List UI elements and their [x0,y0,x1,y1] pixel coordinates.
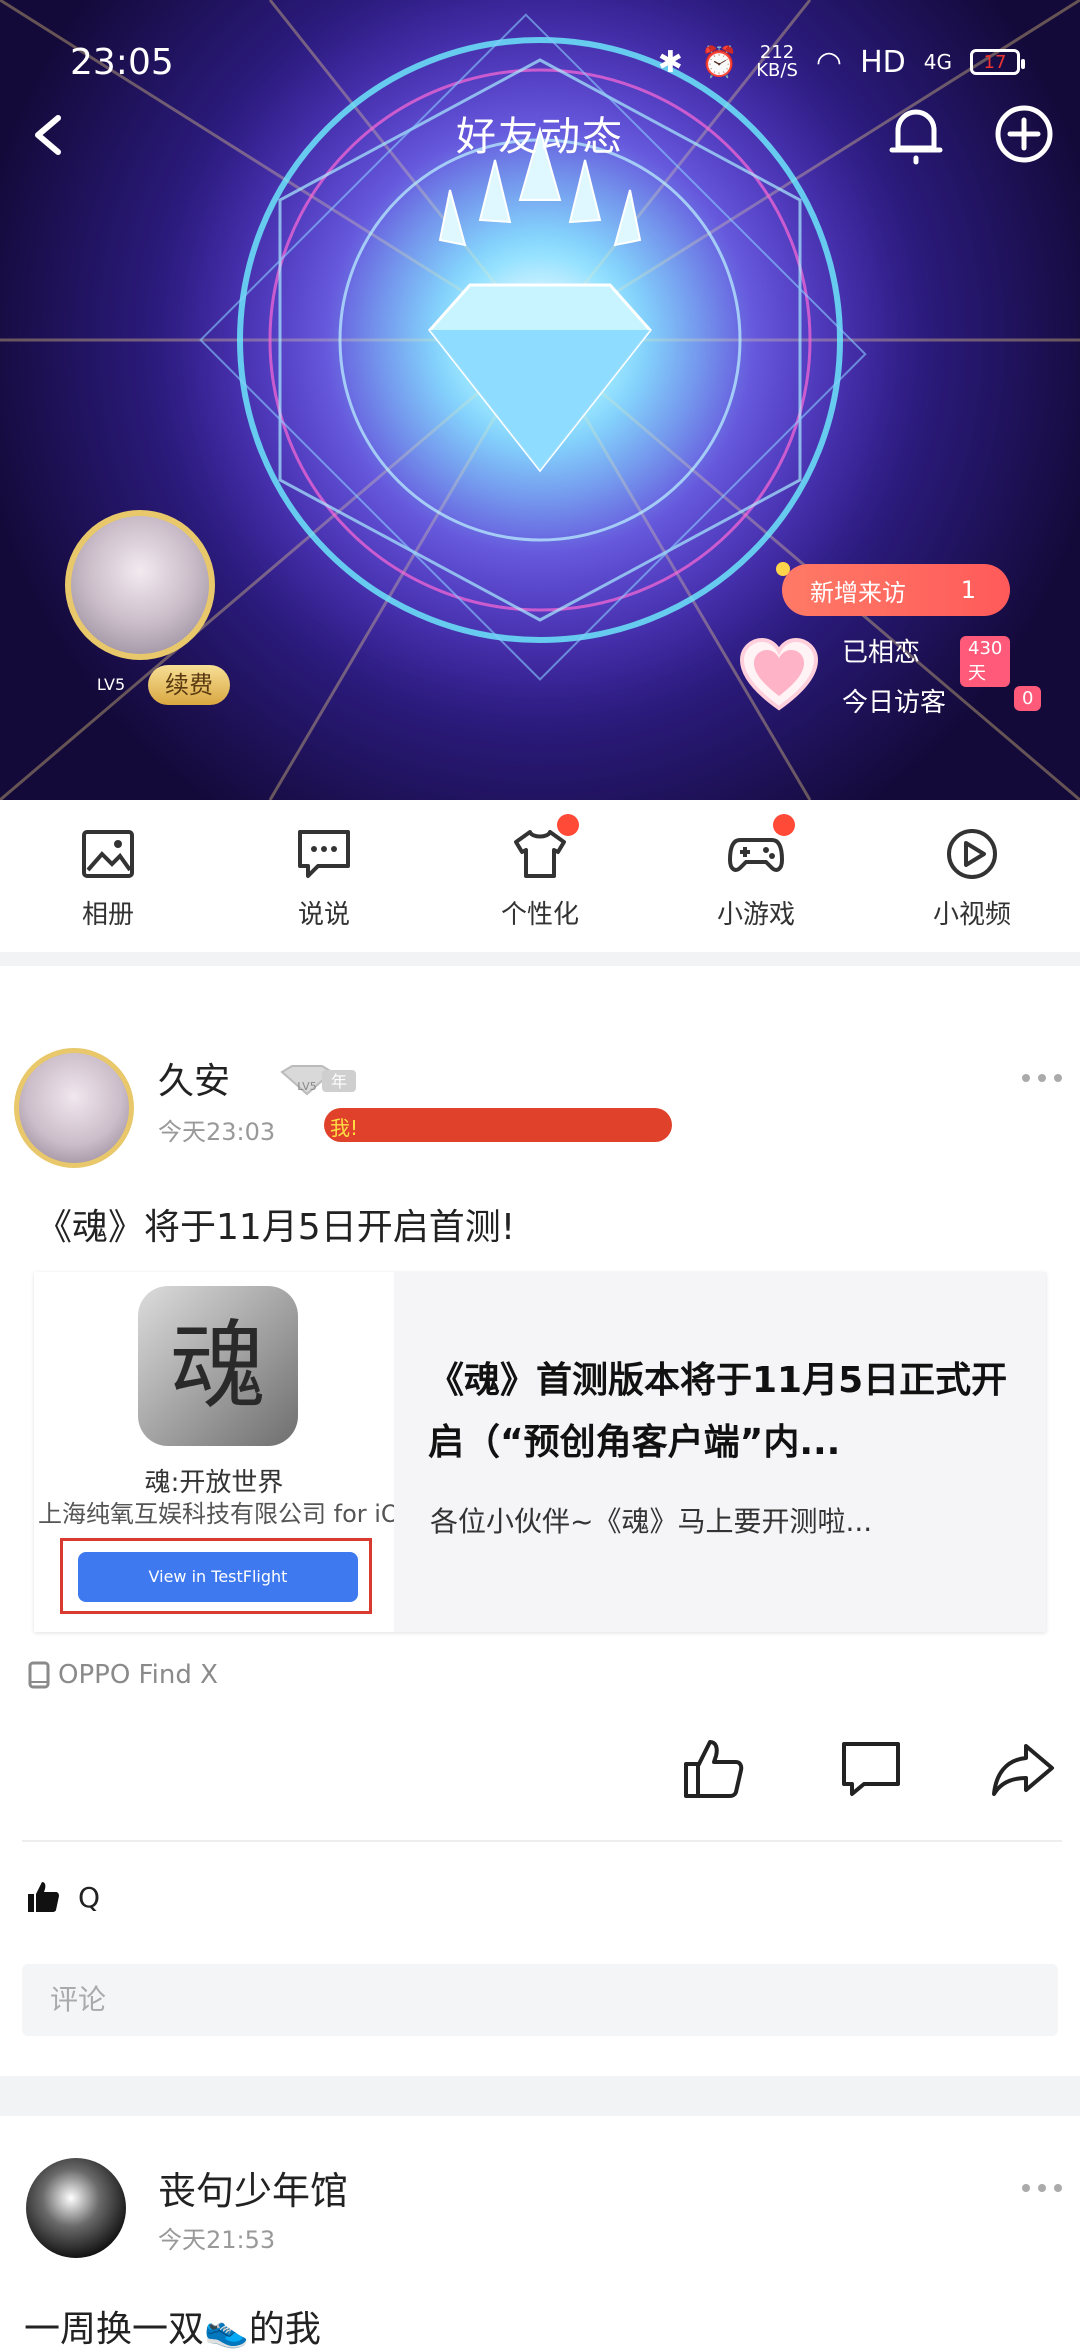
svg-text:年: 年 [331,1072,347,1091]
like-icon[interactable] [680,1736,746,1802]
divider [0,2076,1080,2116]
post-author-avatar[interactable] [14,1048,134,1168]
testflight-button[interactable]: View in TestFlight [78,1552,358,1602]
nav-posts[interactable]: 说说 [216,800,432,952]
app-preview: 魂 魂:开放世界 上海纯氧互娱科技有限公司 for iOS View in Te… [34,1272,394,1632]
bell-icon[interactable] [884,100,948,170]
badge-dot [557,814,579,836]
hd-label: HD [860,44,906,80]
share-icon[interactable] [990,1736,1056,1802]
battery-icon: 17 [970,49,1025,75]
likes-row[interactable]: Q [26,1880,100,1914]
wifi-icon: ◠ [815,44,843,80]
post-tag: 我! [330,1116,359,1140]
post-text: 一周换一双👟的我 [24,2309,321,2350]
heart-icon[interactable] [738,636,820,714]
level-label: LV5 [96,675,126,694]
quick-nav: 相册 说说 个性化 小游戏 小视频 [0,800,1080,952]
alarm-icon: ⏰ [700,44,739,80]
network-speed: 212 KB/S [756,42,798,81]
redaction-scribble [324,1108,672,1142]
post-author-name[interactable]: 久安 [158,1052,230,1104]
mutual-days-row: 已相恋 430天 [842,632,1011,687]
new-visitors-badge[interactable]: 新增来访 1 [782,564,1010,616]
svg-text:LV5: LV5 [297,1080,316,1093]
play-icon [947,829,997,879]
nav-album[interactable]: 相册 [0,800,216,952]
app-developer: 上海纯氧互娱科技有限公司 for iOS [38,1500,394,1528]
add-icon[interactable] [992,102,1056,166]
divider [0,952,1080,966]
app-icon: 魂 [138,1286,298,1446]
liker-name[interactable]: Q [78,1881,100,1914]
vip-badge: LV5 续费 [56,665,236,705]
shared-link-card[interactable]: 魂 魂:开放世界 上海纯氧互娱科技有限公司 for iOS View in Te… [34,1272,1046,1632]
card-title: 《魂》首测版本将于11月5日正式开启（“预创角客户端”内... [428,1360,1008,1463]
post-timestamp: 今天21:53 [158,2226,276,2254]
divider [22,1840,1062,1842]
visits-pill: 0 [1014,686,1042,711]
days-pill: 430天 [960,636,1011,687]
card-description: 各位小伙伴~《魂》马上要开测啦... [430,1505,873,1538]
comment-input[interactable]: 评论 [22,1964,1058,2036]
nav-personalize[interactable]: 个性化 [432,800,648,952]
liked-thumb-icon [28,1882,59,1912]
header-banner: 23:05 ✱ ⏰ 212 KB/S ◠ HD 4G 17 好友动态 LV5 续费 [0,0,1080,800]
post-author-name[interactable]: 丧句少年馆 [158,2160,348,2215]
gamepad-icon [728,838,784,872]
nav-video[interactable]: 小视频 [864,800,1080,952]
renew-button[interactable]: 续费 [148,665,230,705]
cellular-signal: 4G [923,50,952,74]
comment-icon[interactable] [838,1736,904,1802]
more-icon[interactable] [1020,2176,1064,2200]
vip-year-badge: 年 LV5 [280,1065,356,1096]
avatar-image [65,510,215,660]
user-avatar[interactable]: LV5 续费 [40,480,240,720]
more-icon[interactable] [1020,1066,1064,1090]
chat-icon [298,830,350,878]
nav-games[interactable]: 小游戏 [648,800,864,952]
badge-dot [773,814,795,836]
album-icon [82,830,134,878]
device-name: OPPO Find X [58,1660,218,1690]
post-timestamp: 今天23:03 [158,1118,276,1146]
today-visits-row[interactable]: 今日访客 0 [842,682,1042,719]
post-text: 《魂》将于11月5日开启首测! [36,1207,516,1248]
shirt-icon [514,830,566,878]
device-info: OPPO Find X [28,1660,218,1690]
clock: 23:05 [70,42,174,83]
bluetooth-icon: ✱ [657,44,683,80]
phone-icon [28,1661,50,1689]
post-author-avatar[interactable] [26,2158,126,2258]
